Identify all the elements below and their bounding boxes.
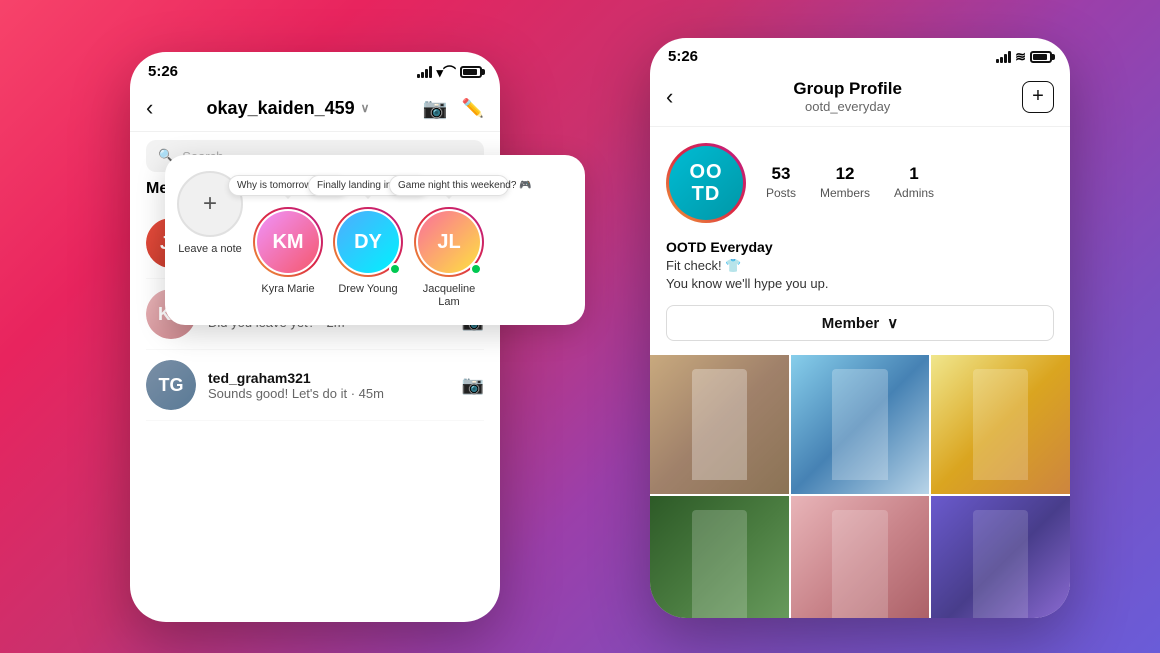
story-item-drew[interactable]: Finally landing in NYC! ❤️ DY Drew Young — [333, 207, 403, 296]
photo-figure-6 — [973, 510, 1028, 618]
avatar-jacqueline: JL — [418, 211, 480, 273]
stat-admins: 1 Admins — [894, 164, 934, 202]
avatar-ted: TG — [146, 360, 196, 410]
group-bio: OOTD Everyday Fit check! 👕 You know we'l… — [650, 239, 1070, 305]
message-item-3[interactable]: TG ted_graham321 Sounds good! Let's do i… — [146, 350, 484, 421]
wifi-icon: ▾⌒ — [436, 62, 456, 81]
photo-cell-2[interactable] — [791, 355, 930, 494]
time-right: 5:26 — [668, 48, 698, 65]
online-dot-drew — [389, 263, 401, 275]
time-left: 5:26 — [148, 63, 178, 80]
stories-row: + Leave a note Why is tomorrow Monday!? … — [177, 171, 573, 309]
status-bar-right: 5:26 ≋ — [650, 38, 1070, 71]
back-button-left[interactable]: ‹ — [146, 95, 153, 121]
photo-figure-4 — [692, 510, 747, 618]
group-stats: 53 Posts 12 Members 1 Admins — [766, 164, 1054, 202]
group-bio-name: OOTD Everyday — [666, 239, 1054, 255]
photo-cell-3[interactable] — [931, 355, 1070, 494]
story-item-kyra[interactable]: Why is tomorrow Monday!? 🤩 KM Kyra Marie — [253, 207, 323, 296]
photo-cell-4[interactable] — [650, 496, 789, 618]
photo-cell-1[interactable] — [650, 355, 789, 494]
group-header: OO TD 53 Posts 12 Members 1 Admins — [650, 127, 1070, 239]
avatar-drew: DY — [337, 211, 399, 273]
stories-card: + Leave a note Why is tomorrow Monday!? … — [165, 155, 585, 325]
nav-icons-right: 📷 ✏️ — [423, 96, 484, 121]
stat-members: 12 Members — [820, 164, 870, 202]
photo-cell-5[interactable] — [791, 496, 930, 618]
stat-members-value: 12 — [820, 164, 870, 184]
photo-figure-1 — [692, 369, 747, 480]
avatar-line1: OO — [689, 161, 722, 183]
signal-icon — [417, 66, 432, 78]
online-dot-jacqueline — [470, 263, 482, 275]
member-label: Member — [822, 315, 880, 332]
photo-cell-6[interactable] — [931, 496, 1070, 618]
group-title: Group Profile — [673, 79, 1022, 99]
stat-posts-value: 53 — [766, 164, 796, 184]
left-nav-title: okay_kaiden_459 ∨ — [207, 98, 370, 119]
group-subtitle: ootd_everyday — [673, 99, 1022, 114]
photo-grid — [650, 355, 1070, 618]
group-profile-title: Group Profile ootd_everyday — [673, 79, 1022, 114]
plus-icon-right: + — [1032, 85, 1044, 108]
group-bio-line1: Fit check! 👕 — [666, 257, 1054, 275]
right-nav-bar: ‹ Group Profile ootd_everyday + — [650, 71, 1070, 127]
nav-title-text: okay_kaiden_459 — [207, 98, 355, 119]
status-bar-left: 5:26 ▾⌒ — [130, 52, 500, 87]
status-icons-right: ≋ — [996, 49, 1052, 65]
story-ring-kyra: KM — [253, 207, 323, 277]
group-bio-line2: You know we'll hype you up. — [666, 275, 1054, 293]
stat-members-label: Members — [820, 186, 870, 200]
left-phone: 5:26 ▾⌒ ‹ okay_kaiden_459 ∨ 📷 ✏️ 🔍 Searc… — [130, 52, 500, 622]
chevron-down-icon[interactable]: ∨ — [361, 101, 370, 115]
msg-right-3: 📷 — [462, 375, 484, 396]
photo-figure-5 — [832, 510, 887, 618]
story-label-drew: Drew Young — [338, 283, 397, 296]
group-avatar: OO TD — [666, 143, 746, 223]
story-label-jacqueline: Jacqueline Lam — [413, 283, 485, 309]
story-label-add: Leave a note — [178, 243, 242, 256]
avatar-initials-3: TG — [159, 375, 184, 396]
avatar-line2: TD — [689, 183, 722, 205]
battery-icon — [460, 66, 482, 78]
camera-icon-3: 📷 — [462, 375, 484, 396]
stat-posts: 53 Posts — [766, 164, 796, 202]
photo-figure-2 — [832, 369, 887, 480]
left-nav-bar: ‹ okay_kaiden_459 ∨ 📷 ✏️ — [130, 87, 500, 132]
wifi-icon-right: ≋ — [1015, 49, 1026, 65]
photo-figure-3 — [973, 369, 1028, 480]
battery-icon-right — [1030, 51, 1052, 63]
back-button-right[interactable]: ‹ — [666, 84, 673, 110]
compose-icon[interactable]: ✏️ — [462, 98, 484, 119]
story-label-kyra: Kyra Marie — [261, 283, 314, 296]
story-item-jacqueline[interactable]: Game night this weekend? 🎮 JL Jacqueline… — [413, 207, 485, 309]
stat-admins-label: Admins — [894, 186, 934, 200]
signal-icon-right — [996, 51, 1011, 63]
stat-admins-value: 1 — [894, 164, 934, 184]
member-chevron: ∨ — [887, 314, 898, 332]
video-call-icon[interactable]: 📷 — [423, 96, 448, 121]
avatar-kyra: KM — [257, 211, 319, 273]
group-avatar-inner: OO TD — [669, 146, 743, 220]
username-3: ted_graham321 — [208, 370, 450, 386]
msg-info-3: ted_graham321 Sounds good! Let's do it ·… — [208, 370, 450, 401]
story-note-jacqueline: Game night this weekend? 🎮 — [389, 175, 509, 196]
right-phone: 5:26 ≋ ‹ Group Profile ootd_everyday + O… — [650, 38, 1070, 618]
member-button[interactable]: Member ∨ — [666, 305, 1054, 341]
stat-posts-label: Posts — [766, 186, 796, 200]
preview-3: Sounds good! Let's do it · 45m — [208, 386, 450, 401]
add-button[interactable]: + — [1022, 81, 1054, 113]
plus-icon: + — [203, 190, 217, 218]
status-icons-left: ▾⌒ — [417, 62, 482, 81]
